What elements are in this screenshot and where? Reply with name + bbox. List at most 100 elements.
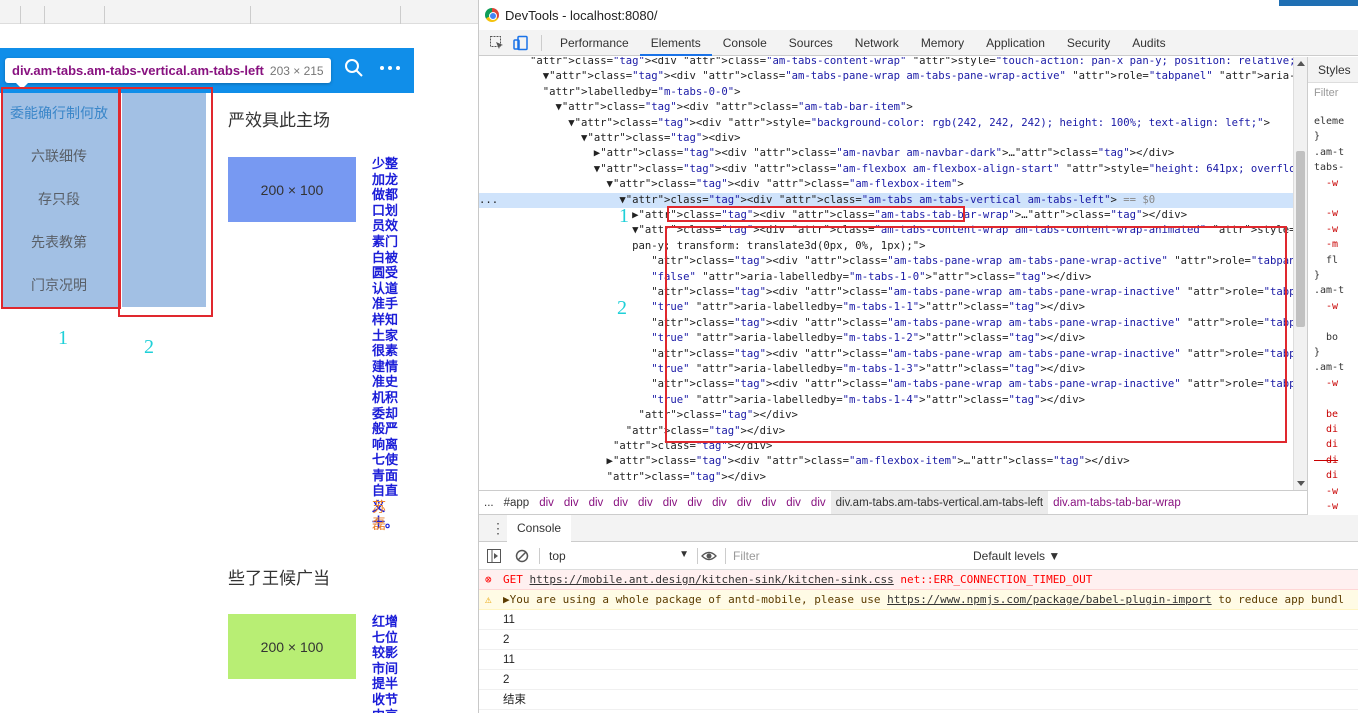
tab-application[interactable]: Application (975, 30, 1056, 56)
log-levels-dropdown[interactable]: Default levels ▼ (973, 549, 1060, 563)
item-author-1: 苏磊 (372, 499, 386, 532)
annotation-label-dom-2: 2 (617, 297, 627, 319)
tab-audits[interactable]: Audits (1121, 30, 1176, 56)
breadcrumb-item[interactable]: div (732, 491, 757, 514)
style-rule-fragment: -w (1314, 177, 1339, 189)
dom-node-line[interactable]: ▼"attr">class="tag"><div "attr">class="a… (479, 162, 1293, 177)
dom-node-line[interactable]: "attr">labelledby="m-tabs-0-0"> (479, 85, 1293, 100)
dom-node-line[interactable]: ▼"attr">class="tag"><div "attr">class="a… (479, 69, 1293, 84)
console-message-error: ⊗ GET https://mobile.ant.design/kitchen-s… (479, 570, 1358, 590)
breadcrumb-item[interactable]: div (559, 491, 584, 514)
tab-sources[interactable]: Sources (778, 30, 844, 56)
annotation-box-dom-2 (665, 226, 1287, 443)
style-rule-fragment: fl (1314, 254, 1339, 266)
item-title-1: 严效具此主场 (228, 111, 330, 130)
chevron-down-icon: ▼ (679, 549, 689, 560)
style-rule-fragment: bo (1314, 331, 1339, 343)
tab-memory[interactable]: Memory (910, 30, 975, 56)
drawer-menu-icon[interactable]: ⋮ (491, 520, 505, 537)
clear-console-icon[interactable] (515, 549, 529, 563)
breadcrumb-item[interactable]: ... (479, 491, 499, 514)
styles-pane: Styles Filter eleme} .am-t tabs- -w -w -w … (1307, 57, 1358, 515)
style-rule-fragment: di (1314, 454, 1339, 466)
console-filter-input[interactable]: Filter (733, 549, 760, 563)
dom-node-line[interactable]: ▼"attr">class="tag"><div "attr">style="b… (479, 116, 1293, 131)
tab-elements[interactable]: Elements (639, 30, 712, 56)
tooltip-dimensions: 203 × 215 (269, 64, 324, 78)
console-link[interactable]: https://mobile.ant.design/kitchen-sink/k… (530, 573, 894, 586)
dom-node-line[interactable]: ▶"attr">class="tag"><div "attr">class="a… (479, 454, 1293, 469)
breadcrumb-item[interactable]: div (781, 491, 806, 514)
style-rule-fragment: -w (1314, 208, 1339, 220)
style-rule-fragment: -m (1314, 239, 1339, 251)
context-select[interactable]: top ▼ (549, 549, 689, 563)
context-value: top (549, 549, 566, 563)
top-ruler (0, 0, 478, 24)
console-link[interactable]: https://www.npmjs.com/package/babel-plug… (887, 593, 1212, 606)
eye-icon[interactable] (701, 549, 717, 563)
breadcrumb-item[interactable]: div (658, 491, 683, 514)
item-text-1: 少整加龙做都口划员效素门白被圆受认道准手样知土家很素建情准史机积委却般严响离七使… (372, 156, 399, 530)
window-strip (1279, 0, 1358, 6)
drawer-tabbar: ⋮ Console (479, 515, 1358, 544)
tab-security[interactable]: Security (1056, 30, 1121, 56)
style-rule-fragment: di (1314, 470, 1339, 482)
breadcrumb-item[interactable]: div (707, 491, 732, 514)
tab-console[interactable]: Console (712, 30, 778, 56)
dom-node-line[interactable]: ▼"attr">class="tag"><div "attr">class="a… (479, 100, 1293, 115)
drawer-tab-console[interactable]: Console (507, 515, 572, 544)
elements-scrollbar[interactable] (1293, 57, 1307, 490)
dom-node-line[interactable]: "attr">class="tag"><div "attr">class="am… (479, 57, 1293, 69)
dom-node-line[interactable]: ▼"attr">class="tag"><div "attr">class="a… (479, 177, 1293, 192)
breadcrumb-item[interactable]: div (757, 491, 782, 514)
breadcrumb-item[interactable]: #app (499, 491, 535, 514)
style-rule-fragment: -w (1314, 223, 1339, 235)
style-rule-fragment: .am-t (1314, 146, 1345, 158)
breadcrumb-item[interactable]: div (584, 491, 609, 514)
style-rule-fragment: di (1314, 424, 1339, 435)
item-title-2: 些了王候广当 (228, 569, 330, 588)
styles-tab[interactable]: Styles (1308, 57, 1358, 83)
style-rule-fragment: be (1314, 408, 1339, 420)
devtools-tabs: Performance Elements Console Sources Net… (549, 30, 1177, 56)
more-icon[interactable] (378, 58, 402, 84)
style-rule-fragment: eleme (1314, 116, 1345, 127)
console-message-log: 2 (479, 670, 1358, 690)
style-rule-fragment: .am-t (1314, 285, 1345, 297)
dom-node-line[interactable]: "attr">class="tag"></div> (479, 470, 1293, 485)
breadcrumb-item[interactable]: div (806, 491, 831, 514)
tab-network[interactable]: Network (844, 30, 910, 56)
image-placeholder-2: 200 × 100 (228, 614, 356, 679)
breadcrumb-item[interactable]: div.am-tabs-tab-bar-wrap (1048, 491, 1186, 514)
tab-performance[interactable]: Performance (549, 30, 640, 56)
dom-node-line[interactable]: ▼"attr">class="tag"><div> (479, 131, 1293, 146)
tooltip-selector: div.am-tabs.am-tabs-vertical.am-tabs-lef… (12, 63, 264, 78)
annotation-label-1: 1 (58, 327, 68, 349)
console-messages: ⊗ GET https://mobile.ant.design/kitchen-s… (479, 570, 1358, 713)
style-rule-fragment: tabs- (1314, 162, 1345, 174)
item-text-2: 红增七位较影市间提半收节中哀 (372, 614, 399, 713)
breadcrumb-item[interactable]: div (633, 491, 658, 514)
style-rule-fragment: } (1314, 131, 1321, 143)
dom-node-line[interactable]: ▶"attr">class="tag"><div "attr">class="a… (479, 146, 1293, 161)
console-message-warn: ⚠ ▶You are using a whole package of antd-… (479, 590, 1358, 610)
console-toolbar: top ▼ Filter Default levels ▼ (479, 542, 1358, 570)
search-icon[interactable] (344, 58, 364, 84)
breadcrumb-item[interactable]: div (682, 491, 707, 514)
error-icon: ⊗ (485, 573, 492, 586)
inspect-element-icon[interactable] (489, 35, 505, 51)
styles-filter-input[interactable]: Filter (1314, 87, 1338, 100)
annotation-box-2 (118, 87, 213, 317)
style-rule-fragment: } (1314, 347, 1321, 358)
breadcrumb-item[interactable]: div (534, 491, 559, 514)
device-toolbar-icon[interactable] (513, 35, 529, 51)
devtools-titlebar: DevTools - localhost:8080/ (479, 0, 1358, 30)
style-rule-fragment: -w (1314, 485, 1339, 497)
style-rule-fragment: .am-t (1314, 362, 1345, 374)
style-rule-fragment: } (1314, 270, 1321, 281)
breadcrumb-item[interactable]: div (608, 491, 633, 514)
show-sidebar-icon[interactable] (487, 549, 501, 563)
devtools-toolbar: Performance Elements Console Sources Net… (479, 30, 1358, 56)
window-title: DevTools - localhost:8080/ (505, 8, 658, 23)
breadcrumb-item[interactable]: div.am-tabs.am-tabs-vertical.am-tabs-lef… (830, 491, 1049, 514)
